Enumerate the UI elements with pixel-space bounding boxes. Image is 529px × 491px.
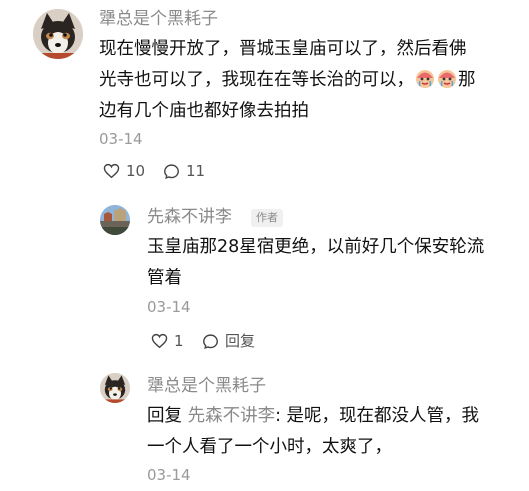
comment-bubble-icon	[203, 333, 218, 349]
avatar[interactable]	[100, 373, 130, 403]
comment-text-line-2-end: 那	[458, 70, 476, 90]
comment-text-line-2-body: 光寺也可以了，我现在在等长治的可以，	[99, 70, 414, 90]
dog-avatar-icon	[33, 9, 83, 59]
reply-prefix: 回复	[147, 406, 182, 426]
heart-icon	[103, 163, 120, 179]
reply-date: 03-14	[147, 466, 191, 484]
dog-avatar-icon	[100, 373, 130, 403]
like-button[interactable]: 10	[103, 162, 145, 180]
reply-text-body: : 是呢，现在都没人管，我	[275, 406, 480, 426]
reply-text-line-2: 管着	[147, 268, 182, 288]
crying-face-emoji-icon	[415, 69, 435, 100]
comment-text-line-1: 现在慢慢开放了，晋城玉皇庙可以了，然后看佛	[99, 39, 467, 59]
comment-text-line-3: 边有几个庙也都好像去拍拍	[99, 101, 309, 121]
reply-username[interactable]: 先森不讲李	[147, 206, 232, 228]
reply-date: 03-14	[147, 298, 191, 316]
landscape-avatar-icon	[100, 205, 130, 235]
comment-date: 03-14	[99, 130, 143, 148]
reply-username[interactable]: 犟总是个黑耗子	[147, 375, 266, 397]
reply-count: 11	[186, 162, 206, 180]
comment-username[interactable]: 犟总是个黑耗子	[99, 8, 218, 30]
reply-text-line-2: 一个人看了一个小时，太爽了，	[147, 437, 392, 457]
reply-button-label: 回复	[225, 332, 256, 350]
crying-face-emoji-icon	[437, 69, 457, 100]
avatar[interactable]	[100, 205, 130, 235]
comment-text-line-2: 光寺也可以了，我现在在等长治的可以， 那	[99, 65, 476, 100]
heart-icon	[151, 333, 168, 349]
avatar[interactable]	[33, 9, 83, 59]
reply-text-line-1: 回复 先森不讲李: 是呢，现在都没人管，我	[147, 401, 479, 432]
mention-link[interactable]: 先森不讲李	[188, 406, 276, 426]
like-count: 10	[126, 162, 146, 180]
like-count: 1	[174, 332, 184, 350]
comment-bubble-icon	[164, 163, 179, 179]
reply-button[interactable]: 回复	[202, 332, 255, 350]
like-button[interactable]: 1	[151, 332, 184, 350]
author-badge: 作者	[251, 209, 283, 227]
reply-text-line-1: 玉皇庙那28星宿更绝，以前好几个保安轮流	[147, 237, 485, 257]
reply-count-button[interactable]: 11	[163, 162, 205, 180]
